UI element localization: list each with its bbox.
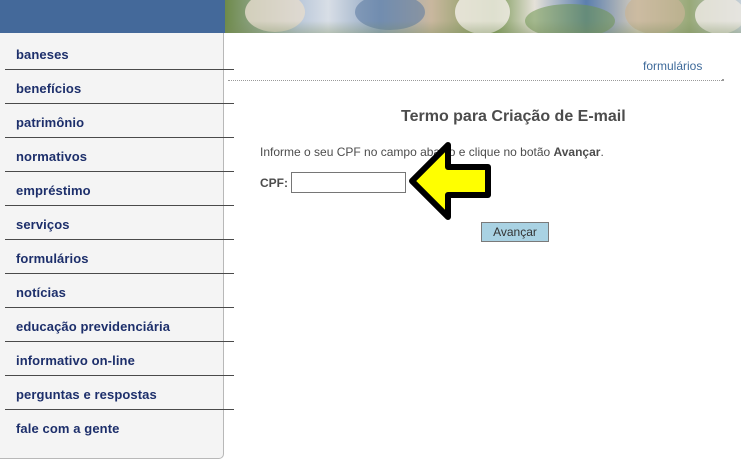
sidebar-item-label[interactable]: notícias [16,285,66,300]
cpf-label: CPF: [260,176,288,190]
sidebar-item-label[interactable]: fale com a gente [16,421,119,436]
header-bar [0,0,225,33]
sidebar-item-formularios[interactable]: formulários [5,240,234,274]
page-title: Termo para Criação de E-mail [401,108,626,125]
header-banner-photo [225,0,741,33]
arrow-shape [409,142,491,220]
sidebar-item-noticias[interactable]: notícias [5,274,234,308]
cpf-input[interactable] [291,172,406,193]
sidebar-item-label[interactable]: perguntas e respostas [16,387,157,402]
avancar-button[interactable]: Avançar [481,222,549,242]
sidebar-item-fale-com-a-gente[interactable]: fale com a gente [5,410,234,444]
sidebar-item-label[interactable]: patrimônio [16,115,84,130]
sidebar-item-emprestimo[interactable]: empréstimo [5,172,234,206]
sidebar-item-informativo-on-line[interactable]: informativo on-line [5,342,234,376]
sidebar-item-label[interactable]: educação previdenciária [16,319,170,334]
sidebar-item-educacao-previdenciaria[interactable]: educação previdenciária [5,308,234,342]
instruction-button-name: Avançar [553,145,601,159]
sidebar-item-patrimonio[interactable]: patrimônio [5,104,234,138]
sidebar-item-label[interactable]: informativo on-line [16,353,135,368]
photo-shade [225,21,741,33]
breadcrumb-divider [228,80,724,81]
sidebar-item-beneficios[interactable]: benefícios [5,70,234,104]
sidebar-item-perguntas-e-respostas[interactable]: perguntas e respostas [5,376,234,410]
yellow-arrow-left-icon [409,142,491,220]
breadcrumb-formularios[interactable]: formulários [643,59,702,73]
instruction-text-end: . [600,145,604,159]
sidebar-item-baneses[interactable]: baneses [5,36,234,70]
sidebar-item-label[interactable]: serviços [16,217,70,232]
sidebar-item-label[interactable]: normativos [16,149,87,164]
sidebar-item-normativos[interactable]: normativos [5,138,234,172]
instruction-text-part: Informe o seu CPF no campo abaixo e cliq… [260,145,554,159]
divider-end-mark [722,79,724,81]
sidebar-nav: baneses benefícios patrimônio normativos… [0,33,234,459]
sidebar-item-label[interactable]: baneses [16,47,69,62]
sidebar-item-label[interactable]: benefícios [16,81,81,96]
sidebar-item-label[interactable]: formulários [16,251,89,266]
sidebar-item-label[interactable]: empréstimo [16,183,91,198]
sidebar-item-servicos[interactable]: serviços [5,206,234,240]
